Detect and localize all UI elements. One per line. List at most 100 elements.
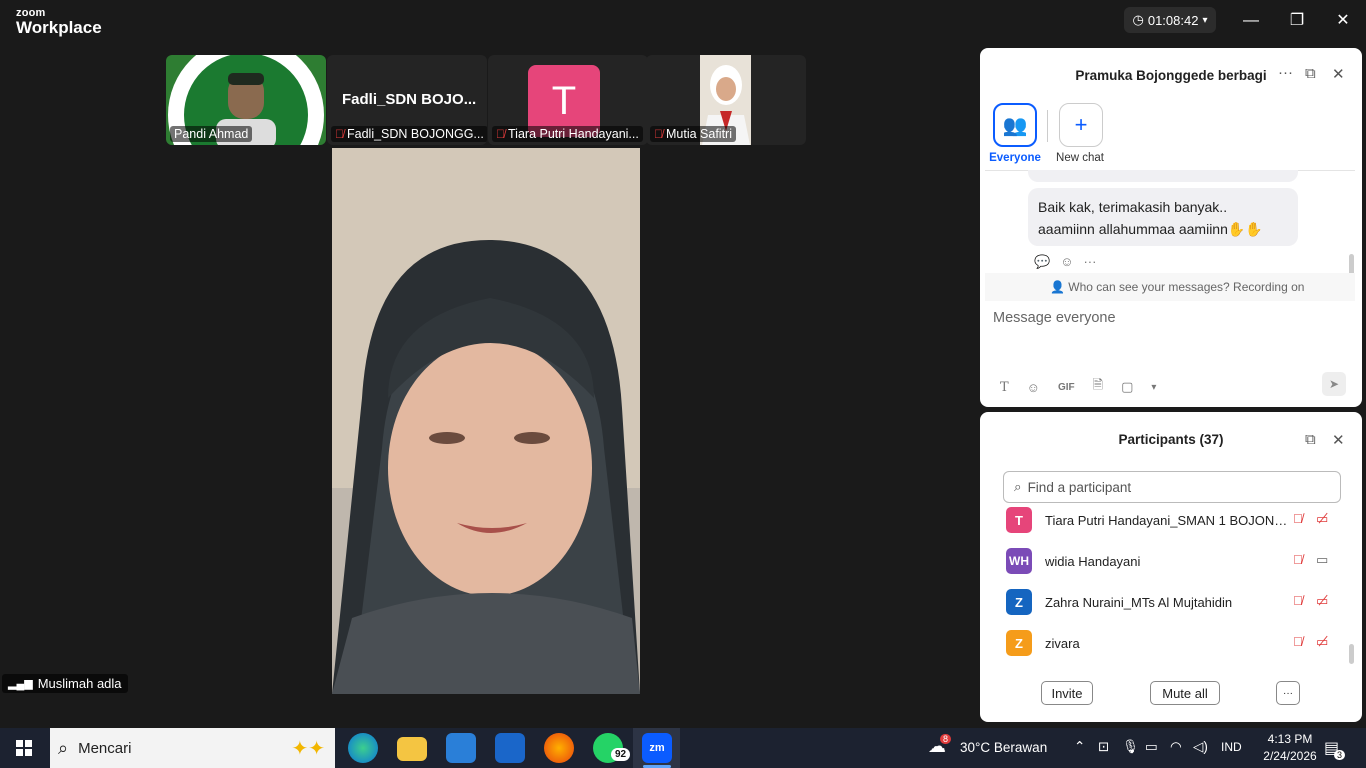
video-tile-fadli[interactable]: Fadli_SDN BOJO... 🎙̸ Fadli_SDN BOJONGG..… [327,55,487,145]
close-icon[interactable]: ✕ [1332,431,1345,449]
participant-name: widia Handayani [1045,553,1141,569]
participant-avatar: Z [1006,630,1032,656]
mic-muted-icon: 🎙̸ [335,127,344,141]
video-on-icon[interactable]: ▭ [1316,552,1328,568]
tab-everyone[interactable]: 👥 [993,103,1037,147]
emoji-icon[interactable]: ☺ [1027,380,1040,395]
outlook-icon[interactable] [495,733,525,763]
video-off-icon[interactable]: ▭̸ [1316,634,1328,650]
timer-value: 01:08:42 [1147,12,1199,28]
mic-muted-icon[interactable]: 🎙̸ [1293,634,1303,649]
signal-strength-icon: ▂▄▆ [8,678,33,690]
windows-logo-icon [25,740,32,747]
meeting-timer[interactable]: ◷ 01:08:42 ▾ [1124,7,1216,33]
tab-new-chat[interactable]: + [1059,103,1103,147]
minimize-button[interactable]: — [1240,10,1262,32]
participant-name: zivara [1045,635,1080,651]
tile-name-label: 🎙̸ Tiara Putri Handayani... [492,126,643,142]
active-speaker-label: ▂▄▆ Muslimah adla [2,674,128,693]
chevron-down-icon[interactable]: ▾ [1151,382,1156,393]
chat-message[interactable]: Baik kak, terimakasih banyak.. aaamiinn … [1028,188,1298,246]
format-text-icon[interactable]: T [1000,380,1009,395]
language-indicator[interactable]: IND [1221,740,1242,754]
close-icon[interactable]: ✕ [1332,65,1345,83]
speaker-video-frame [332,148,640,694]
file-icon[interactable]: 🗎 [1093,376,1103,398]
more-options-button[interactable]: ··· [1276,681,1300,705]
video-off-icon[interactable]: ▭̸ [1316,511,1328,527]
search-placeholder: Mencari [78,739,132,757]
tile-name-label: 🎙̸ Fadli_SDN BOJONGG... [331,126,487,142]
participant-avatar: Z [1006,589,1032,615]
message-text-line: Baik kak, terimakasih banyak.. [1038,199,1228,215]
battery-icon[interactable]: ▭ [1145,739,1158,755]
clock-time[interactable]: 4:13 PM [1260,732,1320,746]
reply-icon[interactable]: 💬 [1034,254,1050,270]
search-icon: ⌕ [1014,479,1022,494]
participant-name: Pandi Ahmad [174,127,249,141]
participant-avatar: WH [1006,548,1032,574]
search-icon: ⌕ [58,737,69,758]
store-icon[interactable] [446,733,476,763]
previous-message-bubble [1028,170,1298,182]
participant-name: Tiara Putri Handayani... [508,127,639,141]
notification-badge: 3 [1334,750,1346,760]
firefox-icon[interactable] [544,733,574,763]
mic-muted-icon[interactable]: 🎙̸ [1293,593,1303,608]
chat-toolbar: T ☺ GIF 🗎 ▢ ▾ [1000,376,1156,398]
active-speaker-video[interactable] [332,148,640,694]
windows-logo-icon [25,749,32,756]
clock-date[interactable]: 2/24/2026 [1253,749,1327,763]
mute-all-button[interactable]: Mute all [1150,681,1220,705]
chevron-up-icon[interactable]: ⌃ [1074,739,1085,755]
participant-search-input[interactable]: ⌕ Find a participant [1003,471,1341,503]
screenshot-icon[interactable]: ▢ [1121,379,1133,395]
taskbar-search[interactable]: ⌕ Mencari ✦✦ [50,728,335,768]
video-tile-tiara[interactable]: T 🎙̸ Tiara Putri Handayani... [488,55,648,145]
volume-icon[interactable]: ◁) [1193,739,1208,755]
restore-button[interactable]: ❐ [1286,10,1308,32]
edge-icon[interactable] [348,733,378,763]
participant-name: Mutia Safitri [666,127,732,141]
message-input[interactable]: Message everyone [993,310,1116,326]
speaker-name: Muslimah adla [37,676,122,691]
tile-name-label: Pandi Ahmad [170,126,253,142]
zoom-logo-workplace: Workplace [16,18,102,37]
camera-icon[interactable]: ⊡ [1098,739,1109,755]
wifi-icon[interactable]: ◠ [1170,739,1182,755]
more-icon[interactable]: ··· [1083,254,1096,270]
chat-panel: Pramuka Bojonggede berbagi ··· ⧉ ✕ 👥 + E… [980,48,1362,407]
tab-new-chat-label: New chat [1056,152,1104,164]
zoom-app-icon[interactable]: zm [642,733,672,763]
weather-text[interactable]: 30°C Berawan [960,740,1047,755]
visibility-text: Who can see your messages? Recording on [1068,280,1305,294]
search-placeholder: Find a participant [1027,479,1132,495]
tab-everyone-label: Everyone [989,152,1041,164]
microphone-icon[interactable]: 🎙 [1122,739,1139,755]
visibility-notice[interactable]: 👤 Who can see your messages? Recording o… [1050,280,1304,294]
title-bar: zoom Workplace ◷ 01:08:42 ▾ — ❐ ✕ [0,0,1366,44]
whatsapp-badge: 92 [611,748,631,761]
chevron-down-icon: ▾ [1202,14,1208,26]
more-options-icon[interactable]: ··· [1278,64,1293,81]
gif-button[interactable]: GIF [1058,382,1075,393]
video-off-icon[interactable]: ▭̸ [1316,593,1328,609]
windows-logo-icon [16,749,23,756]
copilot-sparkle-icon: ✦✦ [291,737,325,760]
clock-icon: ◷ [1132,12,1144,27]
add-reaction-icon[interactable]: ☺ [1060,254,1073,270]
pop-out-icon[interactable]: ⧉ [1305,65,1316,82]
participants-scrollbar[interactable] [1349,644,1354,664]
invite-button[interactable]: Invite [1041,681,1093,705]
mic-muted-icon[interactable]: 🎙̸ [1293,552,1303,567]
message-text-line-2: aaamiinn allahummaa aamiinn✋✋ [1038,218,1288,240]
video-tile-mutia[interactable]: 🎙̸ Mutia Safitri [646,55,806,145]
send-button[interactable]: ➤ [1322,372,1346,396]
windows-start-button[interactable] [16,740,32,756]
close-window-button[interactable]: ✕ [1332,10,1354,32]
pop-out-icon[interactable]: ⧉ [1305,431,1316,448]
file-explorer-icon[interactable] [397,737,427,761]
meeting-stage: Pandi Ahmad Fadli_SDN BOJO... 🎙̸ Fadli_S… [0,44,978,728]
mic-muted-icon[interactable]: 🎙̸ [1293,511,1303,526]
video-tile-pandi[interactable]: Pandi Ahmad [166,55,326,145]
